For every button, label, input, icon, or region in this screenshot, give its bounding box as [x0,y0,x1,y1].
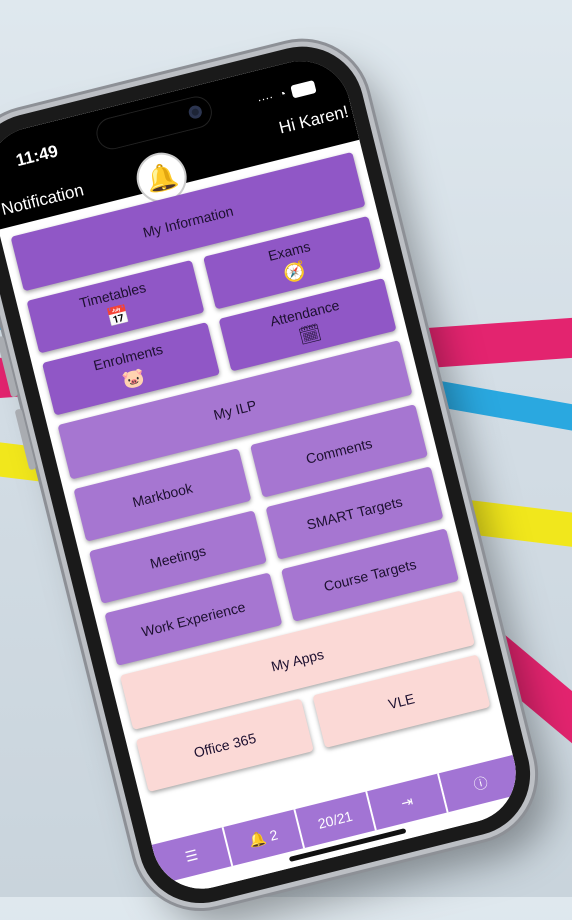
calendar-icon: 📅 [104,303,132,329]
tile-label: Exams [266,237,312,264]
dynamic-island [93,93,216,153]
tile-label: Course Targets [322,555,418,595]
app-screen: 11:49 ···· ◔ Hi Karen! Notification 🔔 My… [0,50,527,900]
battery-icon [290,79,317,98]
info-button[interactable]: ⓘ [438,754,523,813]
menu-grid: My Information Timetables 📅 Exams 🧭 Enro… [0,140,511,839]
camera-icon [187,104,204,120]
tile-label: My ILP [211,396,259,423]
tile-label: Markbook [130,479,195,511]
wifi-icon: ◔ [277,86,288,102]
logout-button[interactable]: ⇥ [367,773,449,831]
greeting: Hi Karen! [277,101,351,138]
logout-icon: ⇥ [399,792,415,811]
phone-frame: 11:49 ···· ◔ Hi Karen! Notification 🔔 My… [0,33,544,917]
piggy-bank-icon: 🐷 [119,365,147,391]
status-icons: ···· ◔ [256,79,317,107]
notification-count: 2 [267,826,280,844]
list-icon: ☰ [183,845,200,865]
tile-label: My Apps [269,645,326,675]
tile-label: SMART Targets [304,493,405,533]
academic-year: 20/21 [316,807,355,832]
tile-label: Work Experience [139,598,247,640]
status-time: 11:49 [13,141,60,171]
tile-label: My Information [141,202,235,241]
tile-label: VLE [386,690,417,713]
info-icon: ⓘ [471,774,490,793]
exam-tools-icon: 🧭 [281,259,308,285]
tile-label: Office 365 [192,729,258,761]
tile-label: Meetings [148,542,208,572]
tile-label: Comments [304,434,374,467]
bell-icon: 🔔 [247,828,268,849]
signal-icon: ···· [255,89,275,107]
attendance-calendar-icon: 🗓 [296,321,324,347]
menu-list-button[interactable]: ☰ [151,826,234,884]
